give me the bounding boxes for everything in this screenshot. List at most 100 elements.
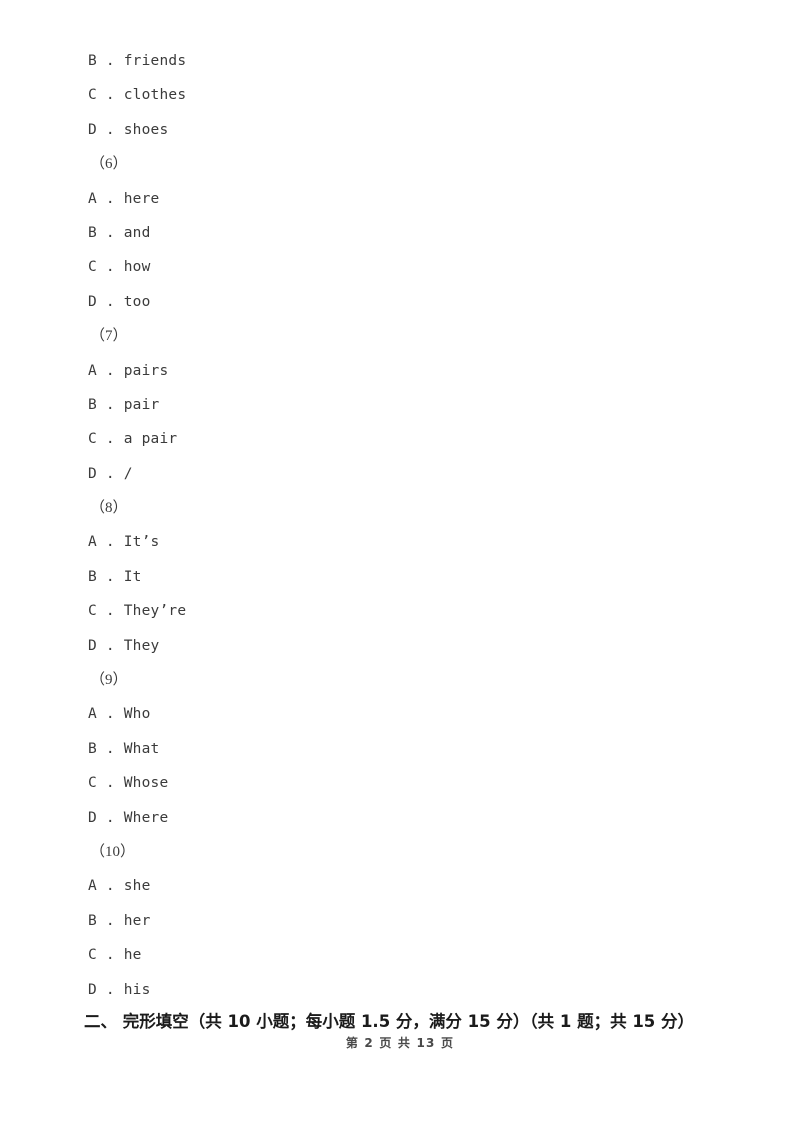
option-letter: B	[88, 912, 97, 929]
question-number: （7）	[90, 328, 128, 345]
option-letter: D	[88, 465, 97, 482]
option-separator: .	[96, 740, 124, 757]
option-separator: .	[96, 534, 124, 551]
option-letter: C	[88, 775, 97, 792]
option-letter: D	[88, 809, 97, 826]
answer-option-b[interactable]: B . and	[0, 216, 800, 250]
option-text: shoes	[123, 121, 169, 138]
answer-option-a[interactable]: A . Who	[0, 697, 800, 731]
answer-option-c[interactable]: C . clothes	[0, 78, 800, 112]
option-letter: A	[88, 534, 97, 551]
option-text: pair	[123, 396, 160, 413]
option-text: she	[123, 878, 151, 895]
answer-option-a[interactable]: A . she	[0, 869, 800, 903]
answer-option-b[interactable]: B . friends	[0, 44, 800, 78]
option-text: /	[123, 465, 133, 482]
answer-option-c[interactable]: C . a pair	[0, 422, 800, 456]
option-letter: B	[88, 740, 97, 757]
option-text: Whose	[123, 775, 169, 792]
option-text: They	[123, 637, 160, 654]
option-separator: .	[96, 637, 124, 654]
option-letter: C	[88, 431, 97, 448]
option-separator: .	[96, 706, 124, 723]
option-separator: .	[96, 190, 124, 207]
option-letter: D	[88, 121, 97, 138]
answer-option-d[interactable]: D . Where	[0, 801, 800, 835]
option-separator: .	[96, 53, 124, 69]
question-number: （6）	[90, 156, 128, 173]
question-number: （8）	[90, 500, 128, 517]
option-separator: .	[96, 259, 124, 276]
answer-option-b[interactable]: B . pair	[0, 388, 800, 422]
option-letter: C	[88, 259, 97, 276]
option-text: Where	[123, 809, 169, 826]
answer-option-a[interactable]: A . pairs	[0, 354, 800, 388]
option-text: his	[123, 981, 151, 998]
option-text: here	[123, 190, 160, 207]
document-page: B . friends C . clothes D . shoes （6） A . he…	[0, 0, 800, 1132]
option-text: how	[123, 259, 151, 276]
option-text: clothes	[123, 87, 187, 104]
option-text: friends	[123, 53, 187, 69]
answer-option-d[interactable]: D . his	[0, 973, 800, 1007]
option-letter: C	[88, 603, 97, 620]
option-separator: .	[96, 568, 124, 585]
answer-option-d[interactable]: D . /	[0, 457, 800, 491]
option-letter: A	[88, 362, 97, 379]
option-letter: B	[88, 53, 97, 69]
option-letter: B	[88, 568, 97, 585]
option-separator: .	[96, 603, 124, 620]
option-letter: C	[88, 947, 97, 964]
option-separator: .	[96, 396, 124, 413]
answer-option-b[interactable]: B . What	[0, 732, 800, 766]
option-text: pairs	[123, 362, 169, 379]
answer-option-a[interactable]: A . here	[0, 182, 800, 216]
option-separator: .	[96, 121, 124, 138]
option-text: too	[123, 293, 151, 310]
option-text: he	[123, 947, 142, 964]
answer-option-a[interactable]: A . It’s	[0, 525, 800, 559]
answer-option-c[interactable]: C . how	[0, 250, 800, 284]
option-separator: .	[96, 465, 124, 482]
question-number: （10）	[90, 843, 136, 860]
option-text: Who	[123, 706, 151, 723]
page-number-footer: 第 2 页 共 13 页	[345, 1036, 455, 1050]
answer-option-d[interactable]: D . shoes	[0, 113, 800, 147]
option-letter: A	[88, 706, 97, 723]
option-letter: D	[88, 293, 97, 310]
option-letter: C	[88, 87, 97, 104]
answer-option-c[interactable]: C . They’re	[0, 594, 800, 628]
option-letter: B	[88, 396, 97, 413]
option-separator: .	[96, 431, 124, 448]
option-separator: .	[96, 87, 124, 104]
option-letter: A	[88, 878, 97, 895]
option-separator: .	[96, 293, 124, 310]
answer-option-b[interactable]: B . It	[0, 560, 800, 594]
option-separator: .	[96, 981, 124, 998]
option-separator: .	[96, 912, 124, 929]
option-text: What	[123, 740, 160, 757]
answer-option-b[interactable]: B . her	[0, 904, 800, 938]
question-option-list: B . friends C . clothes D . shoes （6） A . he…	[0, 44, 800, 1007]
answer-option-c[interactable]: C . Whose	[0, 766, 800, 800]
answer-option-c[interactable]: C . he	[0, 938, 800, 972]
option-separator: .	[96, 224, 124, 241]
option-text: It’s	[123, 534, 160, 551]
section-heading-cloze-test: 二、 完形填空（共 10 小题；每小题 1.5 分，满分 15 分）（共 1 题…	[84, 1012, 695, 1031]
option-separator: .	[96, 878, 124, 895]
question-number: （9）	[90, 672, 128, 689]
option-text: and	[123, 224, 151, 241]
option-separator: .	[96, 947, 124, 964]
answer-option-d[interactable]: D . They	[0, 629, 800, 663]
option-text: It	[123, 568, 142, 585]
answer-option-d[interactable]: D . too	[0, 285, 800, 319]
option-letter: D	[88, 981, 97, 998]
option-letter: D	[88, 637, 97, 654]
option-letter: A	[88, 190, 97, 207]
option-text: a pair	[123, 431, 178, 448]
option-separator: .	[96, 809, 124, 826]
option-letter: B	[88, 224, 97, 241]
option-text: They’re	[123, 603, 187, 620]
option-separator: .	[96, 775, 124, 792]
option-separator: .	[96, 362, 124, 379]
